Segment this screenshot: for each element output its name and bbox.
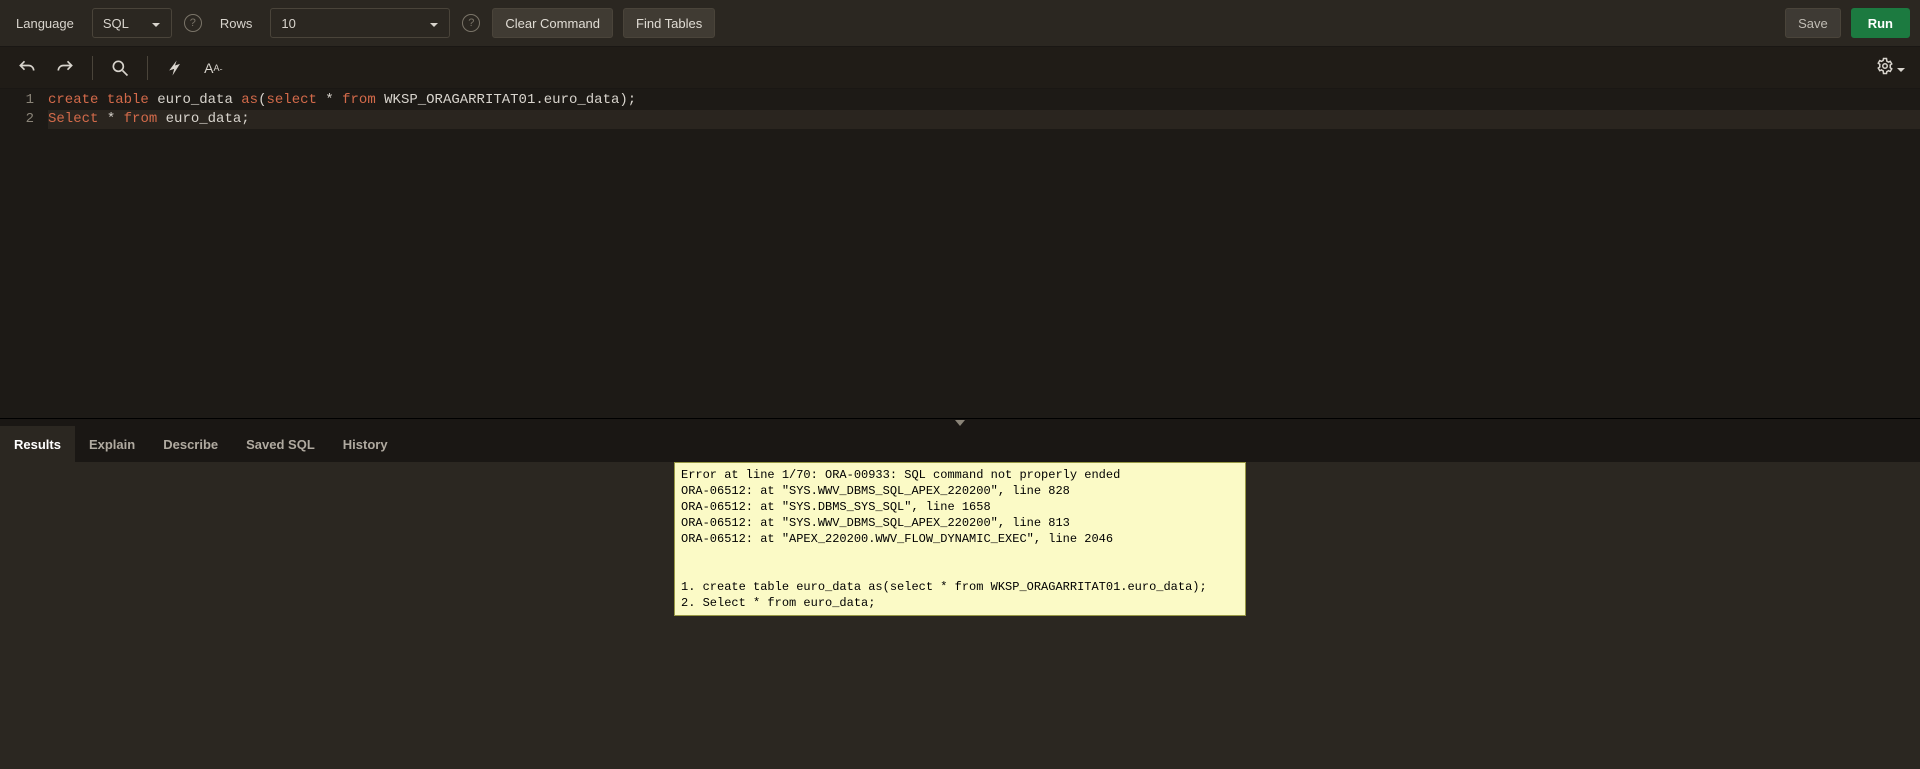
language-value: SQL [103, 16, 129, 31]
divider [92, 56, 93, 80]
divider [147, 56, 148, 80]
tab-results[interactable]: Results [0, 426, 75, 462]
tab-history[interactable]: History [329, 426, 402, 462]
code-editor[interactable]: 12 create table euro_data as(select * fr… [0, 89, 1920, 418]
clear-command-button[interactable]: Clear Command [492, 8, 613, 38]
rows-select[interactable]: 10 [270, 8, 450, 38]
chevron-down-icon [151, 18, 161, 28]
find-tables-button[interactable]: Find Tables [623, 8, 715, 38]
search-button[interactable] [103, 51, 137, 85]
autocomplete-button[interactable] [158, 51, 192, 85]
settings-button[interactable] [1872, 57, 1910, 78]
help-icon[interactable]: ? [184, 14, 202, 32]
rows-value: 10 [281, 16, 295, 31]
results-body: Error at line 1/70: ORA-00933: SQL comma… [0, 462, 1920, 769]
tab-saved-sql[interactable]: Saved SQL [232, 426, 329, 462]
chevron-down-icon [429, 18, 439, 28]
line-gutter: 12 [0, 89, 48, 129]
undo-button[interactable] [10, 51, 44, 85]
language-select[interactable]: SQL [92, 8, 172, 38]
tab-describe[interactable]: Describe [149, 426, 232, 462]
run-button[interactable]: Run [1851, 8, 1910, 38]
editor-toolbar: AA.. [0, 47, 1920, 89]
splitter-bar[interactable] [0, 418, 1920, 426]
result-tabs: ResultsExplainDescribeSaved SQLHistory [0, 426, 1920, 462]
redo-button[interactable] [48, 51, 82, 85]
text-size-button[interactable]: AA.. [196, 51, 230, 85]
tab-explain[interactable]: Explain [75, 426, 149, 462]
splitter-handle-icon[interactable] [947, 420, 973, 426]
help-icon[interactable]: ? [462, 14, 480, 32]
gear-icon [1876, 57, 1894, 78]
main-toolbar: Language SQL ? Rows 10 ? Clear Command F… [0, 0, 1920, 47]
chevron-down-icon [1896, 63, 1906, 73]
code-body[interactable]: create table euro_data as(select * from … [48, 89, 1920, 129]
error-message: Error at line 1/70: ORA-00933: SQL comma… [674, 462, 1246, 616]
language-label: Language [10, 16, 80, 31]
save-button[interactable]: Save [1785, 8, 1841, 38]
rows-label: Rows [214, 16, 259, 31]
